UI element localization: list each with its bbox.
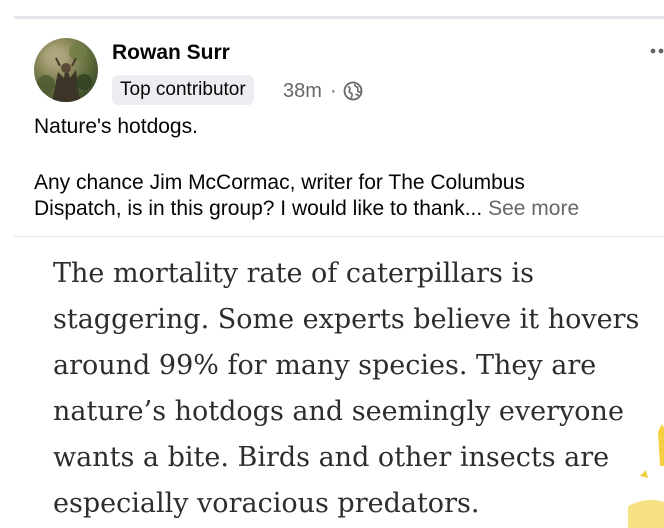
quote-line: staggering. Some experts believe it hove… (53, 304, 640, 335)
post-text-line-3-content: Dispatch, is in this group? I would like… (34, 197, 483, 220)
avatar[interactable] (34, 38, 98, 102)
author-name[interactable]: Rowan Surr (112, 40, 230, 66)
avatar-image (37, 43, 92, 102)
more-options-icon[interactable] (650, 44, 664, 58)
post-image[interactable]: The mortality rate of caterpillars is st… (0, 240, 664, 528)
quote-line: especially voracious predators. (53, 488, 480, 519)
feed-divider-top (14, 16, 664, 19)
quote-line: around 99% for many species. They are (53, 350, 597, 381)
quote-line: wants a bite. Birds and other insects ar… (53, 442, 610, 473)
quote-line: The mortality rate of caterpillars is (53, 258, 534, 289)
post-text-line-3: Dispatch, is in this group? I would like… (34, 196, 664, 221)
post-text-line-2: Any chance Jim McCormac, writer for The … (34, 171, 525, 194)
globe-icon[interactable] (343, 81, 363, 101)
see-more-link[interactable]: See more (488, 197, 579, 220)
top-contributor-badge[interactable]: Top contributor (112, 75, 254, 105)
meta-separator: · (330, 80, 337, 102)
highlight-marker-stroke (628, 424, 664, 528)
post-timestamp[interactable]: 38m (283, 78, 322, 104)
quote-line: nature’s hotdogs and seemingly everyone (53, 396, 624, 427)
post-text-line-1: Nature's hotdogs. (34, 115, 198, 138)
feed-divider-image (14, 236, 664, 237)
